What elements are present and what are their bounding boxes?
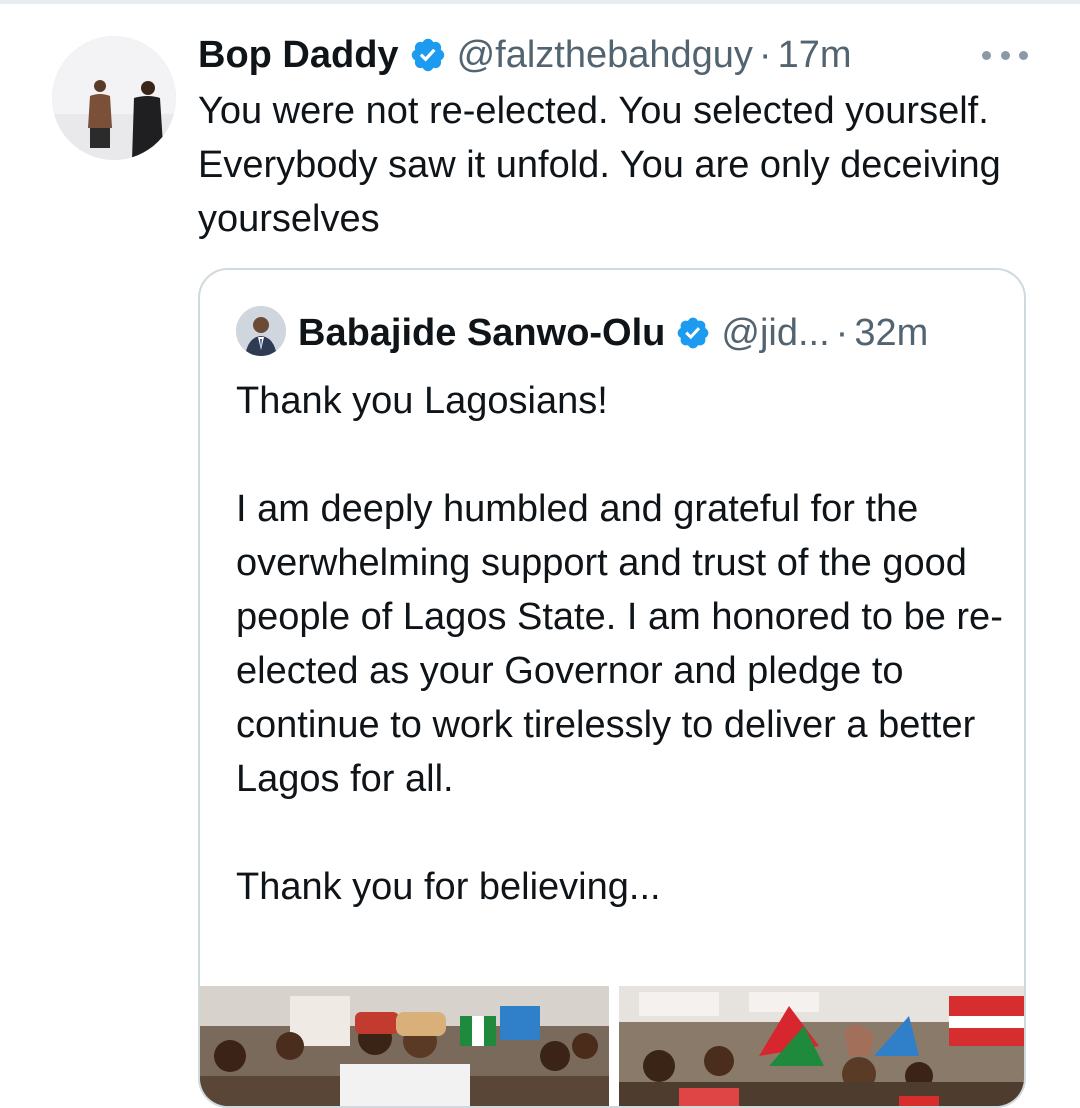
quoted-tweet-media bbox=[200, 986, 1024, 1106]
author-handle[interactable]: @falzthebahdguy bbox=[457, 30, 753, 80]
quoted-author-avatar[interactable] bbox=[236, 306, 286, 356]
separator-dot: · bbox=[835, 311, 849, 354]
quoted-author-handle[interactable]: @jid... bbox=[721, 312, 829, 355]
more-options-icon[interactable] bbox=[982, 40, 1028, 70]
svg-text:D: D bbox=[60, 146, 68, 157]
quoted-tweet-line: Thank you Lagosians! bbox=[236, 380, 608, 422]
media-photo-2[interactable] bbox=[619, 986, 1024, 1106]
separator-dot: · bbox=[758, 34, 772, 76]
quoted-tweet-line: Thank you for believing... bbox=[236, 866, 661, 908]
quoted-tweet-timestamp[interactable]: 32m bbox=[854, 312, 928, 355]
quoted-tweet-line: I am deeply humbled and grateful for the… bbox=[236, 488, 1003, 800]
tweet-header: Bop Daddy @falzthebahdguy · 17m bbox=[198, 30, 851, 80]
quoted-tweet-header: Babajide Sanwo-Olu @jid... · 32m bbox=[298, 306, 928, 360]
quoted-author-name[interactable]: Babajide Sanwo-Olu bbox=[298, 312, 665, 355]
verified-badge-icon bbox=[675, 315, 711, 351]
quoted-tweet-text: Thank you Lagosians! I am deeply humbled… bbox=[236, 374, 1006, 914]
author-name[interactable]: Bop Daddy bbox=[198, 30, 399, 80]
tweet-timestamp[interactable]: 17m bbox=[778, 30, 852, 80]
tweet-text: You were not re-elected. You selected yo… bbox=[198, 90, 1001, 240]
quoted-tweet-card[interactable]: Babajide Sanwo-Olu @jid... · 32m Thank y… bbox=[198, 268, 1026, 1108]
author-avatar[interactable]: D bbox=[52, 36, 176, 160]
verified-badge-icon bbox=[409, 36, 447, 74]
top-divider bbox=[0, 0, 1080, 4]
media-photo-1[interactable] bbox=[200, 986, 609, 1106]
